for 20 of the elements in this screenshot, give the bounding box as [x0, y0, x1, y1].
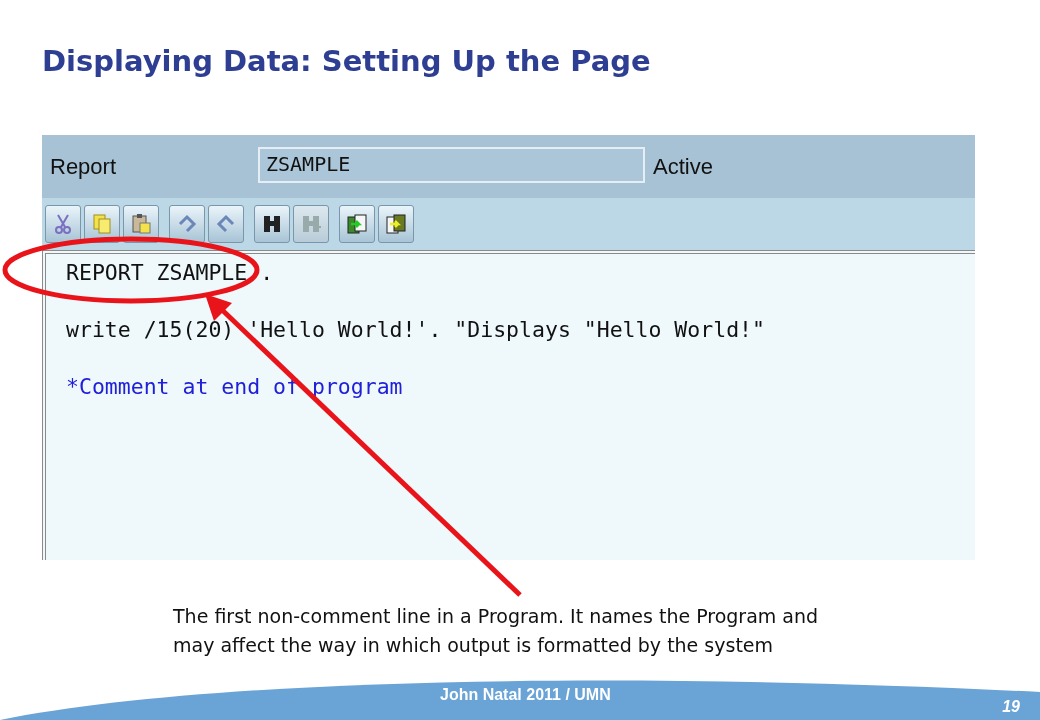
footer-credit: John Natal 2011 / UMN — [440, 686, 611, 704]
document-arrow-icon — [385, 213, 407, 235]
status-text: Active — [653, 153, 713, 180]
code-line: REPORT ZSAMPLE . — [66, 260, 275, 287]
export-button[interactable] — [378, 205, 414, 243]
find-button[interactable] — [254, 205, 290, 243]
import-button[interactable] — [339, 205, 375, 243]
report-label: Report — [49, 153, 118, 180]
code-line: write /15(20) 'Hello World!'. "Displays "Hello World!" — [66, 317, 766, 344]
page-number: 19 — [1002, 698, 1020, 716]
scissors-icon — [52, 213, 74, 235]
clipboard-icon — [130, 213, 152, 235]
callout-text: The first non-comment line in a Program. It names the Program and may affect the way in which output is formatted by the system — [173, 604, 820, 658]
slide-title: Displaying Data: Setting Up the Page — [41, 43, 652, 80]
redo-button[interactable] — [208, 205, 244, 243]
cut-button[interactable] — [45, 205, 81, 243]
copy-icon — [91, 213, 113, 235]
undo-button[interactable] — [169, 205, 205, 243]
document-arrow-icon — [346, 213, 368, 235]
report-name-field[interactable]: ZSAMPLE — [258, 146, 645, 183]
